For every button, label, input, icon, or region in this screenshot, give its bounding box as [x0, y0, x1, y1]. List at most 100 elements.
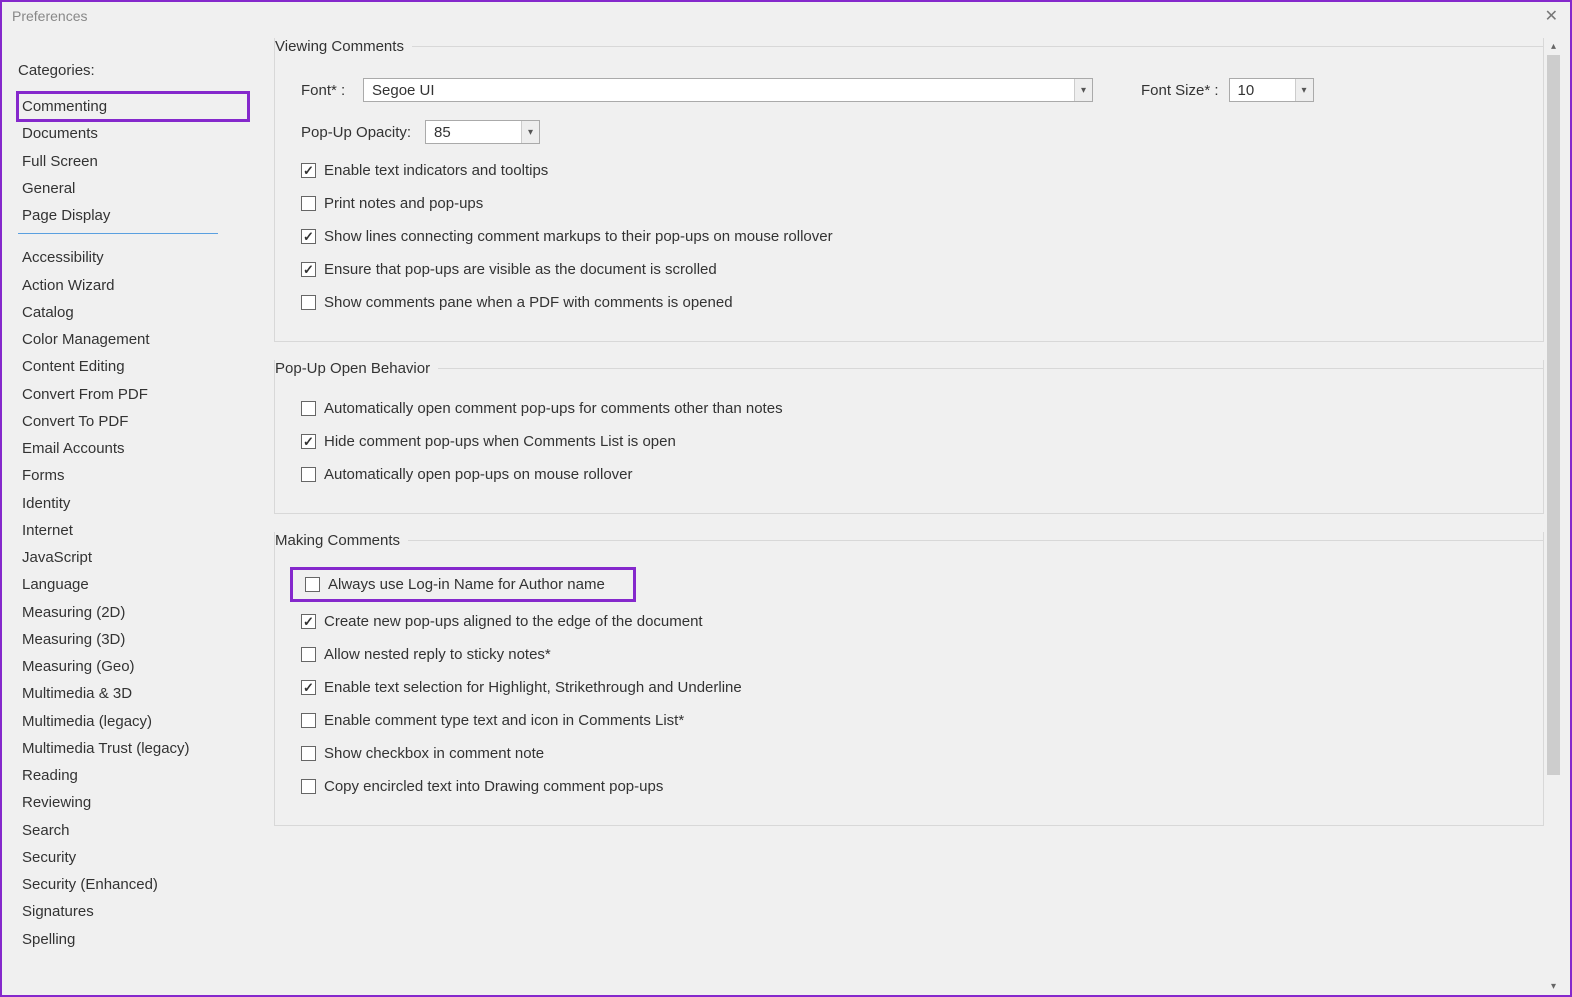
group-popup-behavior: Pop-Up Open Behavior Automatically open …: [274, 360, 1544, 514]
checkbox-label: Show lines connecting comment markups to…: [324, 228, 833, 245]
font-combo[interactable]: Segoe UI ▾: [363, 78, 1093, 102]
category-item[interactable]: Search: [18, 817, 248, 844]
fontsize-label: Font Size* :: [1141, 82, 1219, 99]
preferences-window: Preferences ✕ Categories: CommentingDocu…: [0, 0, 1572, 997]
checkbox-row[interactable]: Show lines connecting comment markups to…: [295, 228, 1525, 245]
category-item[interactable]: Identity: [18, 490, 248, 517]
checkbox-label: Enable text selection for Highlight, Str…: [324, 679, 742, 696]
window-title: Preferences: [10, 8, 87, 24]
category-item[interactable]: Language: [18, 571, 248, 598]
opacity-combo[interactable]: 85 ▾: [425, 120, 540, 144]
category-item[interactable]: Commenting: [18, 93, 248, 120]
checkbox[interactable]: [301, 614, 316, 629]
checkbox[interactable]: [301, 647, 316, 662]
category-item[interactable]: Multimedia (legacy): [18, 708, 248, 735]
category-item[interactable]: Content Editing: [18, 353, 248, 380]
checkbox-label: Print notes and pop-ups: [324, 195, 483, 212]
checkbox-row[interactable]: Copy encircled text into Drawing comment…: [295, 778, 1525, 795]
category-item[interactable]: General: [18, 175, 248, 202]
scrollbar-thumb[interactable]: [1547, 55, 1560, 775]
category-item[interactable]: Email Accounts: [18, 435, 248, 462]
font-value: Segoe UI: [364, 82, 1074, 99]
checkbox-label: Allow nested reply to sticky notes*: [324, 646, 551, 663]
checkbox[interactable]: [301, 196, 316, 211]
checkbox-row[interactable]: Enable comment type text and icon in Com…: [295, 712, 1525, 729]
group-title-making: Making Comments: [275, 532, 408, 549]
fontsize-combo[interactable]: 10 ▾: [1229, 78, 1314, 102]
category-item[interactable]: Catalog: [18, 299, 248, 326]
chevron-down-icon: ▾: [521, 121, 539, 143]
checkbox-row[interactable]: Enable text indicators and tooltips: [295, 162, 1525, 179]
titlebar: Preferences ✕: [2, 2, 1570, 30]
category-separator: [18, 233, 218, 234]
category-item[interactable]: Reading: [18, 762, 248, 789]
category-item[interactable]: JavaScript: [18, 544, 248, 571]
category-item[interactable]: Security: [18, 844, 248, 871]
category-item[interactable]: Full Screen: [18, 148, 248, 175]
category-item[interactable]: Reviewing: [18, 789, 248, 816]
highlighted-option: Always use Log-in Name for Author name: [295, 572, 631, 597]
checkbox[interactable]: [301, 467, 316, 482]
checkbox-label: Enable comment type text and icon in Com…: [324, 712, 684, 729]
category-item[interactable]: Color Management: [18, 326, 248, 353]
checkbox[interactable]: [301, 434, 316, 449]
checkbox-row[interactable]: Hide comment pop-ups when Comments List …: [295, 433, 1525, 450]
checkbox-row[interactable]: Show checkbox in comment note: [295, 745, 1525, 762]
checkbox[interactable]: [301, 746, 316, 761]
category-item[interactable]: Internet: [18, 517, 248, 544]
group-making-comments: Making Comments Always use Log-in Name f…: [274, 532, 1544, 826]
main-panel: Viewing Comments Font* : Segoe UI ▾ Font…: [248, 38, 1562, 995]
category-item[interactable]: Measuring (2D): [18, 599, 248, 626]
opacity-value: 85: [426, 124, 521, 141]
category-item[interactable]: Convert From PDF: [18, 381, 248, 408]
group-title-popup: Pop-Up Open Behavior: [275, 360, 438, 377]
category-item[interactable]: Multimedia Trust (legacy): [18, 735, 248, 762]
checkbox-row[interactable]: Allow nested reply to sticky notes*: [295, 646, 1525, 663]
checkbox-row[interactable]: Enable text selection for Highlight, Str…: [295, 679, 1525, 696]
category-item[interactable]: Multimedia & 3D: [18, 680, 248, 707]
category-item[interactable]: Accessibility: [18, 244, 248, 271]
checkbox[interactable]: [301, 401, 316, 416]
checkbox[interactable]: [301, 779, 316, 794]
scroll-up-icon[interactable]: ▴: [1545, 38, 1562, 55]
category-item[interactable]: Signatures: [18, 898, 248, 925]
checkbox-row[interactable]: Show comments pane when a PDF with comme…: [295, 294, 1525, 311]
checkbox-label: Copy encircled text into Drawing comment…: [324, 778, 663, 795]
category-item[interactable]: Measuring (3D): [18, 626, 248, 653]
category-item[interactable]: Security (Enhanced): [18, 871, 248, 898]
chevron-down-icon: ▾: [1295, 79, 1313, 101]
checkbox-label: Show checkbox in comment note: [324, 745, 544, 762]
checkbox-label: Ensure that pop-ups are visible as the d…: [324, 261, 717, 278]
category-item[interactable]: Forms: [18, 462, 248, 489]
group-viewing-comments: Viewing Comments Font* : Segoe UI ▾ Font…: [274, 38, 1544, 342]
category-item[interactable]: Convert To PDF: [18, 408, 248, 435]
checkbox-row[interactable]: Automatically open comment pop-ups for c…: [295, 400, 1525, 417]
checkbox[interactable]: [301, 229, 316, 244]
close-icon[interactable]: ✕: [1541, 6, 1562, 26]
category-item[interactable]: Action Wizard: [18, 272, 248, 299]
checkbox-label: Hide comment pop-ups when Comments List …: [324, 433, 676, 450]
checkbox-row[interactable]: Ensure that pop-ups are visible as the d…: [295, 261, 1525, 278]
scroll-down-icon[interactable]: ▾: [1545, 978, 1562, 995]
categories-label: Categories:: [18, 62, 248, 79]
checkbox-row[interactable]: Create new pop-ups aligned to the edge o…: [295, 613, 1525, 630]
category-item[interactable]: Page Display: [18, 202, 248, 229]
checkbox-row[interactable]: Always use Log-in Name for Author name: [299, 576, 605, 593]
category-item[interactable]: Measuring (Geo): [18, 653, 248, 680]
checkbox-label: Automatically open comment pop-ups for c…: [324, 400, 783, 417]
category-list-primary: CommentingDocumentsFull ScreenGeneralPag…: [18, 93, 248, 229]
categories-sidebar: Categories: CommentingDocumentsFull Scre…: [18, 38, 248, 995]
checkbox-label: Always use Log-in Name for Author name: [328, 576, 605, 593]
checkbox[interactable]: [301, 163, 316, 178]
category-item[interactable]: Spelling: [18, 926, 248, 953]
checkbox-row[interactable]: Print notes and pop-ups: [295, 195, 1525, 212]
checkbox[interactable]: [301, 295, 316, 310]
content-area: Categories: CommentingDocumentsFull Scre…: [2, 30, 1570, 995]
checkbox[interactable]: [301, 262, 316, 277]
checkbox[interactable]: [305, 577, 320, 592]
category-item[interactable]: Documents: [18, 120, 248, 147]
checkbox-row[interactable]: Automatically open pop-ups on mouse roll…: [295, 466, 1525, 483]
checkbox[interactable]: [301, 713, 316, 728]
checkbox[interactable]: [301, 680, 316, 695]
vertical-scrollbar[interactable]: ▴ ▾: [1545, 38, 1562, 995]
